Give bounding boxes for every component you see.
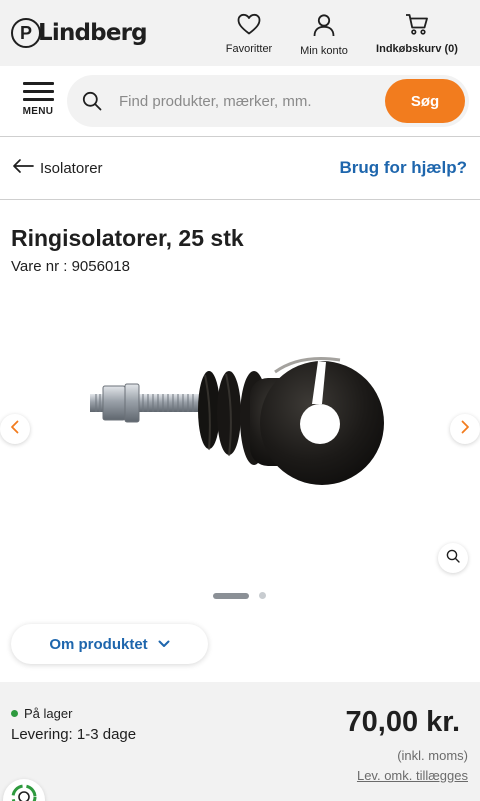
account-label: Min konto (300, 45, 348, 57)
previous-image-button[interactable] (0, 414, 30, 444)
divider (0, 136, 480, 137)
eco-badge (3, 779, 45, 801)
cart-label: Indkøbskurv (0) (376, 43, 458, 55)
pagination-dot[interactable] (259, 592, 266, 599)
cart-button[interactable]: Indkøbskurv (0) (372, 13, 462, 55)
product-gallery[interactable] (0, 290, 480, 590)
search-input[interactable] (119, 89, 379, 113)
cart-icon (405, 13, 429, 40)
help-link[interactable]: Brug for hjælp? (340, 158, 467, 178)
search-button[interactable]: Søg (385, 79, 465, 123)
breadcrumb-label: Isolatorer (40, 160, 103, 177)
buy-box: På lager Levering: 1-3 dage 70,00 kr. (i… (0, 682, 480, 801)
product-title: Ringisolatorer, 25 stk (11, 225, 244, 251)
search-bar-row: MENU Søg (0, 66, 480, 136)
favorites-label: Favoritter (225, 43, 273, 55)
next-image-button[interactable] (450, 414, 480, 444)
about-product-label: Om produktet (49, 635, 148, 653)
chevron-down-icon (158, 635, 170, 653)
favorites-button[interactable]: Favoritter (222, 13, 276, 55)
vat-note: (inkl. moms) (397, 748, 468, 763)
chevron-left-icon (10, 420, 20, 439)
recycle-icon (10, 783, 38, 801)
arrow-left-icon (12, 158, 34, 179)
chevron-right-icon (460, 420, 470, 439)
shipping-cost-link[interactable]: Lev. omk. tillægges (357, 768, 468, 783)
pagination-dot-active[interactable] (213, 592, 249, 599)
stock-label: På lager (24, 706, 73, 721)
hamburger-icon (22, 82, 54, 85)
hamburger-icon-line (22, 98, 54, 101)
product-image (90, 357, 384, 485)
hamburger-icon-line (22, 90, 54, 93)
logo[interactable]: P Lindberg (11, 16, 148, 50)
zoom-button[interactable] (438, 543, 468, 573)
account-button[interactable]: Min konto (296, 13, 352, 57)
stock-indicator (11, 710, 18, 717)
logo-initial: P (11, 18, 41, 48)
stock-status: På lager (11, 706, 72, 721)
product-price: 70,00 kr. (345, 706, 461, 738)
search-box: Søg (67, 75, 469, 127)
divider (0, 199, 480, 200)
header: P Lindberg Favoritter Min konto Indkøbsk… (0, 0, 480, 66)
logo-text: Lindberg (38, 20, 148, 46)
gallery-pagination (213, 592, 266, 599)
menu-label: MENU (22, 106, 54, 117)
about-product-button[interactable]: Om produktet (11, 624, 208, 664)
heart-icon (237, 13, 261, 40)
menu-button[interactable]: MENU (20, 82, 56, 117)
breadcrumb[interactable]: Isolatorer (12, 158, 103, 179)
user-icon (312, 13, 336, 42)
delivery-time: Levering: 1-3 dage (11, 726, 137, 743)
product-sku: Vare nr : 9056018 (11, 258, 130, 275)
search-icon (82, 91, 102, 116)
zoom-icon (446, 549, 460, 568)
